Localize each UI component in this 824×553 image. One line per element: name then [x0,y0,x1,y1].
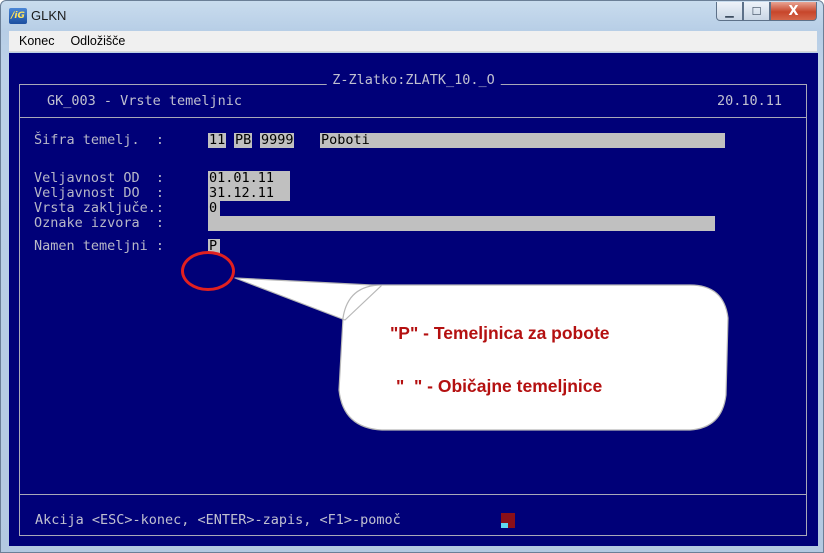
callout-bubble [234,277,729,431]
callout-text-blank: " " - Običajne temeljnice [396,376,603,396]
highlight-circle [181,251,235,291]
callout-text-p: "P" - Temeljnica za pobote [390,323,610,343]
callout-shape [234,277,729,431]
